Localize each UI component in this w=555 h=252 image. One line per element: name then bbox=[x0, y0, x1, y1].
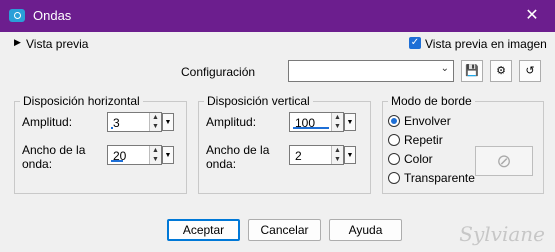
radio-label-color: Color bbox=[404, 152, 433, 166]
window-title: Ondas bbox=[33, 8, 72, 23]
v-amplitude-spinner[interactable]: ▲ ▼ bbox=[331, 113, 343, 131]
v-wavelength-label-2: onda: bbox=[206, 157, 237, 171]
v-wavelength-dropdown[interactable]: ▼ bbox=[344, 146, 356, 164]
config-select[interactable]: ⌄ bbox=[288, 60, 454, 82]
close-button[interactable]: ✕ bbox=[509, 0, 555, 32]
h-amplitude-value: 3 bbox=[113, 116, 120, 130]
cancel-button[interactable]: Cancelar bbox=[248, 219, 321, 241]
h-wavelength-spinner[interactable]: ▲ ▼ bbox=[149, 146, 161, 164]
save-icon[interactable]: 💾 bbox=[461, 60, 483, 82]
preview-toggle[interactable]: Vista previa bbox=[26, 37, 88, 51]
v-wavelength-label-1: Ancho de la bbox=[206, 143, 270, 157]
accept-button[interactable]: Aceptar bbox=[167, 219, 240, 241]
preview-checkbox[interactable]: ✓ bbox=[409, 37, 421, 49]
title-bar: Ondas ✕ bbox=[0, 0, 555, 32]
v-amplitude-label: Amplitud: bbox=[206, 115, 257, 129]
expand-arrow-icon[interactable]: ▶ bbox=[14, 37, 21, 48]
edge-mode-title: Modo de borde bbox=[388, 94, 475, 108]
watermark: Sylviane bbox=[459, 222, 545, 246]
camera-icon bbox=[9, 9, 25, 22]
edge-mode-group: Modo de borde Envolver Repetir Color Tra… bbox=[382, 94, 544, 194]
h-amplitude-label: Amplitud: bbox=[22, 115, 73, 129]
v-wavelength-field[interactable]: 2 ▲ ▼ ▼ bbox=[289, 145, 356, 165]
settings-icon[interactable]: ⚙ bbox=[490, 60, 512, 82]
v-amplitude-dropdown[interactable]: ▼ bbox=[344, 113, 356, 131]
h-amplitude-dropdown[interactable]: ▼ bbox=[162, 113, 174, 131]
radio-transparente[interactable] bbox=[388, 172, 400, 184]
h-wavelength-label-1: Ancho de la bbox=[22, 143, 86, 157]
h-amplitude-field[interactable]: 3 ▲ ▼ ▼ bbox=[107, 112, 174, 132]
preview-checkbox-label: Vista previa en imagen bbox=[425, 37, 547, 51]
h-wavelength-dropdown[interactable]: ▼ bbox=[162, 146, 174, 164]
horizontal-title: Disposición horizontal bbox=[20, 94, 143, 108]
v-wavelength-spinner[interactable]: ▲ ▼ bbox=[331, 146, 343, 164]
v-wavelength-value: 2 bbox=[295, 149, 302, 163]
help-button[interactable]: Ayuda bbox=[329, 219, 402, 241]
chevron-down-icon: ⌄ bbox=[440, 63, 449, 74]
vertical-title: Disposición vertical bbox=[204, 94, 313, 108]
radio-envolver[interactable] bbox=[388, 115, 400, 127]
radio-repetir[interactable] bbox=[388, 134, 400, 146]
h-wavelength-label-2: onda: bbox=[22, 157, 53, 171]
h-wavelength-field[interactable]: 20 ▲ ▼ ▼ bbox=[107, 145, 174, 165]
radio-color[interactable] bbox=[388, 153, 400, 165]
h-amplitude-spinner[interactable]: ▲ ▼ bbox=[149, 113, 161, 131]
config-label: Configuración bbox=[181, 65, 256, 79]
reset-icon[interactable]: ↺ bbox=[519, 60, 541, 82]
radio-label-repetir: Repetir bbox=[404, 133, 443, 147]
vertical-group: Disposición vertical Amplitud: 100 ▲ ▼ ▼ … bbox=[198, 94, 371, 194]
color-swatch-disabled[interactable]: ⊘ bbox=[475, 146, 533, 176]
radio-label-envolver: Envolver bbox=[404, 114, 451, 128]
v-amplitude-field[interactable]: 100 ▲ ▼ ▼ bbox=[289, 112, 356, 132]
radio-label-transparente: Transparente bbox=[404, 171, 475, 185]
horizontal-group: Disposición horizontal Amplitud: 3 ▲ ▼ ▼ … bbox=[14, 94, 187, 194]
